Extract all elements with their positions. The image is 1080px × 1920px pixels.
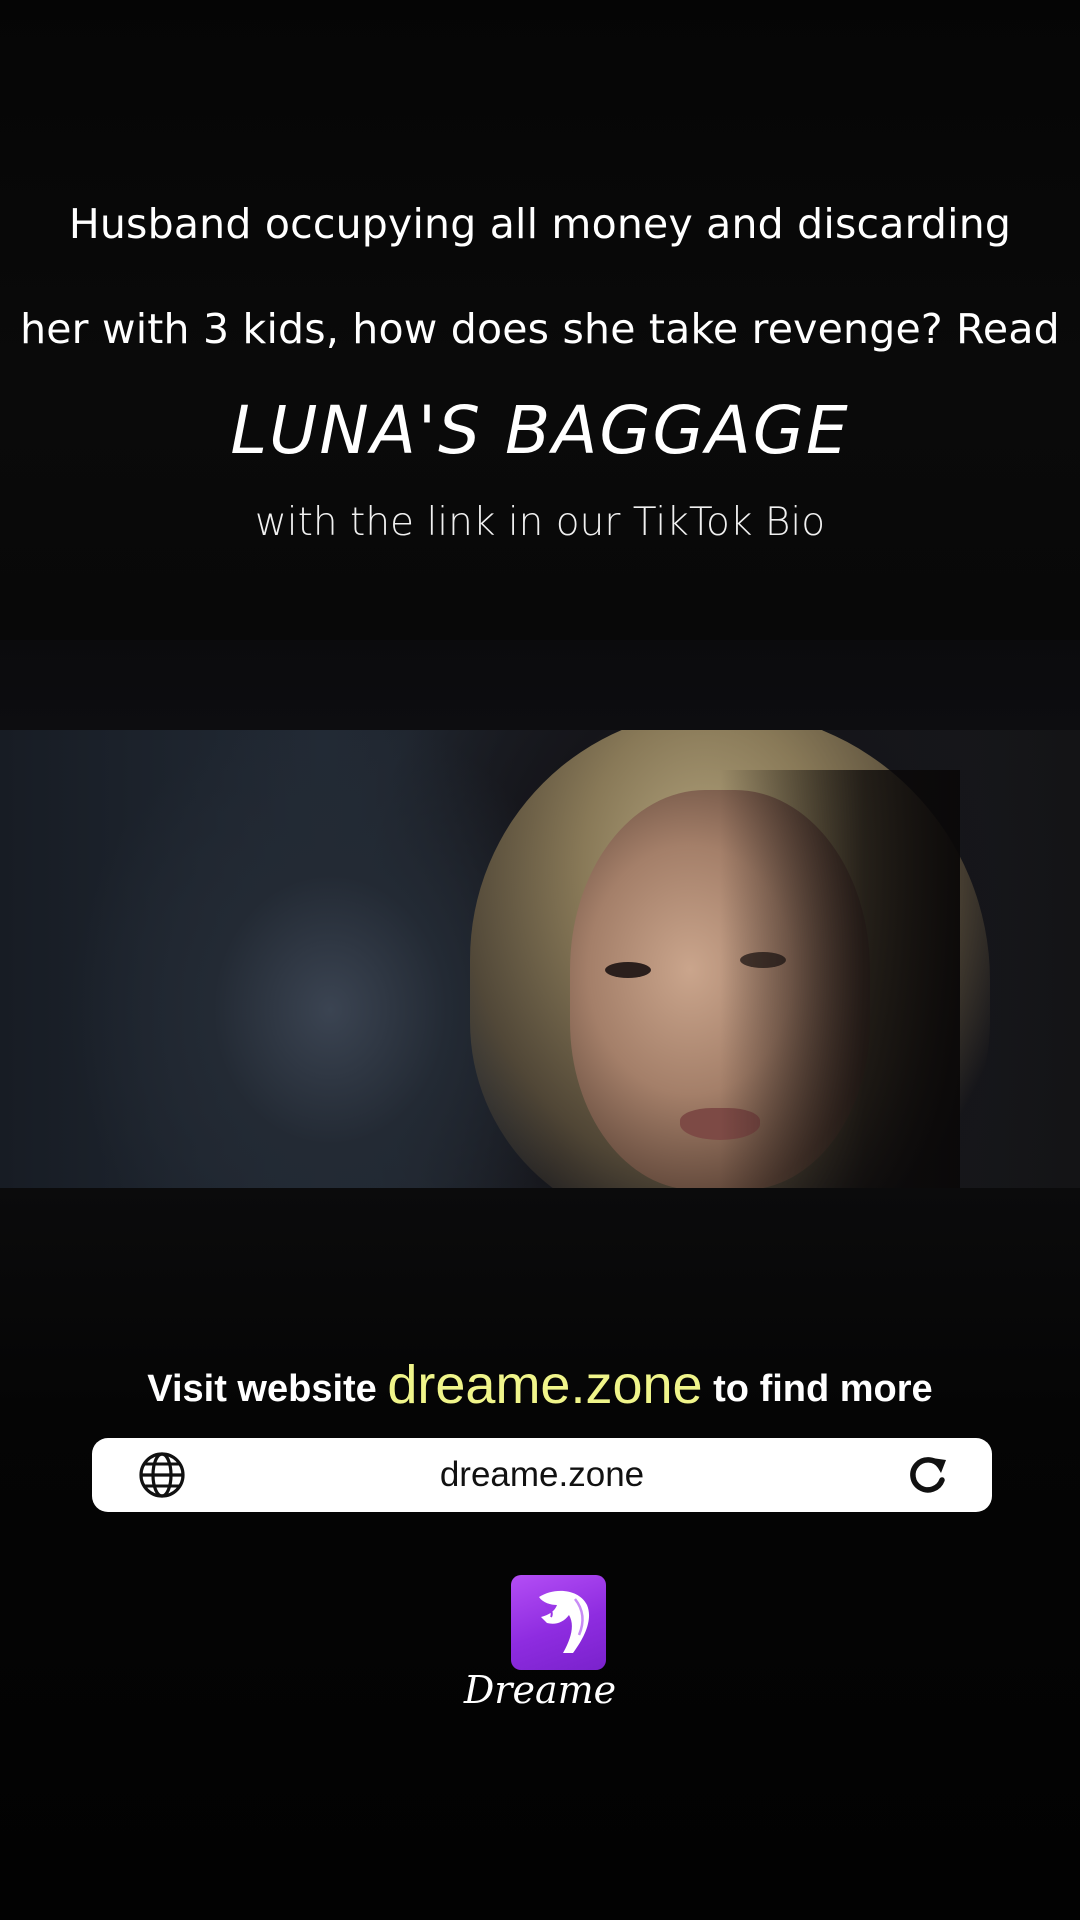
url-bar[interactable]: dreame.zone (92, 1438, 992, 1512)
reload-icon[interactable] (904, 1452, 950, 1498)
video-still (0, 730, 1080, 1188)
middle-band (0, 640, 1080, 730)
caption-line-2: her with 3 kids, how does she take reven… (20, 305, 1060, 353)
caption-line-1: Husband occupying all money and discardi… (68, 200, 1012, 248)
horse-head-icon (539, 1590, 590, 1653)
visit-suffix: to find more (713, 1368, 933, 1410)
url-text[interactable]: dreame.zone (92, 1455, 992, 1495)
dreame-logo-icon (511, 1575, 606, 1670)
video-frame-page: Husband occupying all money and discardi… (0, 0, 1080, 1920)
caption-subline: with the link in our TikTok Bio (254, 500, 826, 545)
left-eye (605, 962, 651, 978)
visit-prefix: Visit website (147, 1368, 377, 1410)
visit-site-link[interactable]: dreame.zone (387, 1355, 702, 1415)
bottom-background (0, 1188, 1080, 1920)
face-shadow (720, 770, 960, 1188)
app-name: Dreame (463, 1668, 617, 1712)
story-title: LUNA'S BAGGAGE (230, 392, 850, 469)
visit-website-text: Visit website dreame.zone to find more (0, 1352, 1080, 1415)
